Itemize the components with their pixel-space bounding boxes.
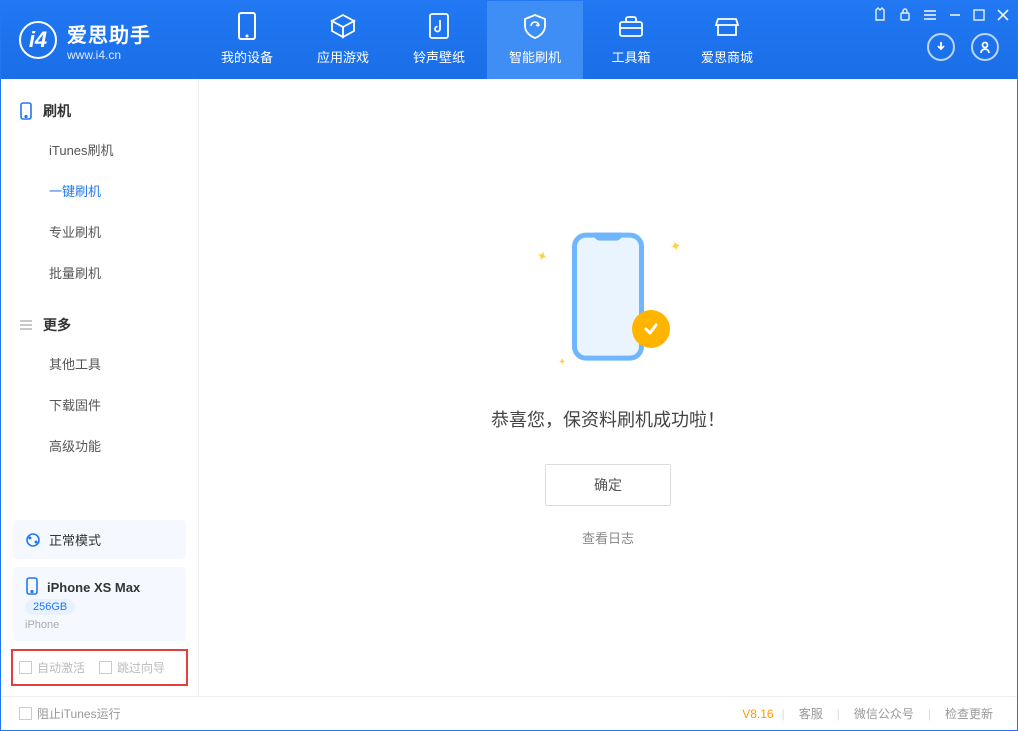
nav-smart-flash[interactable]: 智能刷机	[487, 1, 583, 79]
app-subtitle: www.i4.cn	[67, 48, 151, 62]
footer-link-wechat[interactable]: 微信公众号	[848, 705, 920, 722]
footer-link-update[interactable]: 检查更新	[939, 705, 999, 722]
phone-icon	[19, 102, 33, 120]
app-title: 爱思助手	[67, 19, 151, 48]
nav-my-device[interactable]: 我的设备	[199, 1, 295, 79]
cube-icon	[295, 9, 391, 43]
logo: i4 爱思助手 www.i4.cn	[1, 19, 199, 62]
checkbox-auto-activate[interactable]: 自动激活	[19, 659, 85, 676]
sidebar-item-batch-flash[interactable]: 批量刷机	[1, 252, 198, 293]
window-controls	[873, 7, 1009, 26]
nav-toolbox[interactable]: 工具箱	[583, 1, 679, 79]
shield-sync-icon	[487, 9, 583, 43]
sidebar: 刷机 iTunes刷机 一键刷机 专业刷机 批量刷机 更多 其他工具 下载固件 …	[1, 79, 199, 696]
nav-ringtones[interactable]: 铃声壁纸	[391, 1, 487, 79]
mode-icon	[25, 532, 41, 548]
checkbox-prevent-itunes[interactable]: 阻止iTunes运行	[19, 705, 121, 722]
phone-graphic	[572, 233, 644, 361]
nav-apps-games[interactable]: 应用游戏	[295, 1, 391, 79]
minimize-button[interactable]	[949, 8, 961, 26]
sparkle-icon: ✦	[558, 357, 566, 368]
music-file-icon	[391, 9, 487, 43]
success-illustration: ✦ ✦ ✦	[528, 228, 688, 378]
app-header: i4 爱思助手 www.i4.cn 我的设备 应用游戏 铃声壁纸 智能刷机 工具…	[1, 1, 1017, 79]
success-message: 恭喜您，保资料刷机成功啦！	[491, 406, 725, 432]
sidebar-section-flash: 刷机	[1, 93, 198, 129]
device-name: iPhone XS Max	[47, 580, 140, 595]
view-log-link[interactable]: 查看日志	[582, 528, 634, 547]
sidebar-item-other-tools[interactable]: 其他工具	[1, 343, 198, 384]
sidebar-item-itunes-flash[interactable]: iTunes刷机	[1, 129, 198, 170]
footer: 阻止iTunes运行 V8.16 | 客服 | 微信公众号 | 检查更新	[1, 696, 1017, 730]
sidebar-section-more: 更多	[1, 307, 198, 343]
list-icon	[19, 318, 33, 332]
shirt-icon[interactable]	[873, 7, 887, 26]
device-icon	[199, 9, 295, 43]
lock-icon[interactable]	[899, 7, 911, 26]
sidebar-item-advanced[interactable]: 高级功能	[1, 425, 198, 466]
ok-button[interactable]: 确定	[545, 464, 671, 506]
menu-icon[interactable]	[923, 8, 937, 26]
device-type: iPhone	[25, 619, 174, 631]
user-button[interactable]	[971, 33, 999, 61]
download-button[interactable]	[927, 33, 955, 61]
toolbox-icon	[583, 9, 679, 43]
sparkle-icon: ✦	[533, 247, 550, 267]
check-badge-icon	[632, 310, 670, 348]
close-button[interactable]	[997, 8, 1009, 26]
logo-icon: i4	[19, 21, 57, 59]
sidebar-item-pro-flash[interactable]: 专业刷机	[1, 211, 198, 252]
sidebar-item-oneclick-flash[interactable]: 一键刷机	[1, 170, 198, 211]
sidebar-item-download-firmware[interactable]: 下载固件	[1, 384, 198, 425]
sparkle-icon: ✦	[668, 237, 684, 256]
options-highlight-box: 自动激活 跳过向导	[11, 649, 188, 686]
version-label: V8.16	[742, 707, 773, 721]
maximize-button[interactable]	[973, 8, 985, 26]
main-content: ✦ ✦ ✦ 恭喜您，保资料刷机成功啦！ 确定 查看日志	[199, 79, 1017, 696]
top-nav: 我的设备 应用游戏 铃声壁纸 智能刷机 工具箱 爱思商城	[199, 1, 775, 79]
device-box[interactable]: iPhone XS Max 256GB iPhone	[13, 567, 186, 641]
store-icon	[679, 9, 775, 43]
device-phone-icon	[25, 577, 39, 595]
mode-label: 正常模式	[49, 530, 101, 549]
mode-box: 正常模式	[13, 520, 186, 559]
device-capacity: 256GB	[25, 599, 75, 615]
checkbox-skip-wizard[interactable]: 跳过向导	[99, 659, 165, 676]
footer-link-support[interactable]: 客服	[793, 705, 829, 722]
nav-store[interactable]: 爱思商城	[679, 1, 775, 79]
